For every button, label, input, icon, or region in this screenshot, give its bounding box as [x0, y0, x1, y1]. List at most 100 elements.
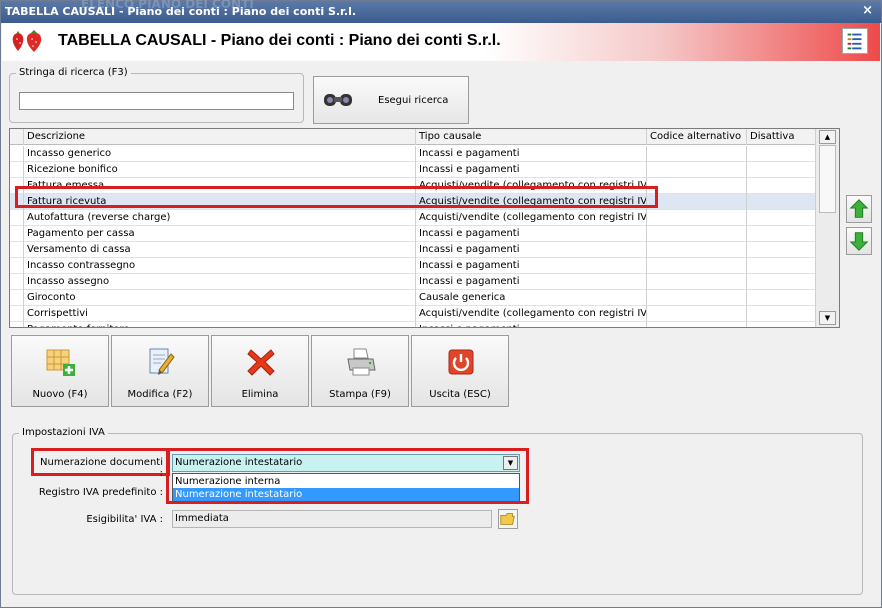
- close-icon[interactable]: ×: [862, 3, 873, 18]
- scrollbar-thumb[interactable]: [819, 145, 836, 213]
- registro-label: Registro IVA predefinito :: [38, 487, 163, 498]
- cell-disattiva[interactable]: [747, 258, 816, 274]
- title-bar[interactable]: TABELLA CAUSALI - Piano dei conti : Pian…: [1, 0, 881, 23]
- highlight-box-selected-row: [15, 186, 658, 208]
- cell-descrizione: Pagamento fornitore: [24, 322, 416, 327]
- printer-icon: [347, 348, 376, 376]
- table-row[interactable]: Ricezione bonifico Incassi e pagamenti: [10, 162, 816, 178]
- iva-group-label: Impostazioni IVA: [19, 427, 108, 438]
- add-grid-icon: [46, 349, 75, 376]
- column-header-disattiva[interactable]: Disattiva: [747, 129, 816, 145]
- delete-x-icon: [247, 349, 275, 376]
- row-indicator: [10, 322, 24, 327]
- exit-button-label: Uscita (ESC): [429, 389, 491, 400]
- edit-button[interactable]: Modifica (F2): [111, 335, 209, 407]
- row-indicator: [10, 306, 24, 322]
- cell-disattiva[interactable]: [747, 210, 816, 226]
- scroll-up-arrow-icon[interactable]: ▲: [819, 130, 836, 144]
- move-down-button[interactable]: [846, 227, 872, 255]
- cell-disattiva[interactable]: [747, 146, 816, 162]
- move-up-button[interactable]: [846, 195, 872, 223]
- highlight-box-numerazione-dropdown: [166, 448, 529, 504]
- page-title: TABELLA CAUSALI - Piano dei conti : Pian…: [58, 32, 501, 49]
- cell-disattiva[interactable]: [747, 322, 816, 327]
- esigibilita-field[interactable]: Immediata: [172, 510, 492, 528]
- cell-tipo-causale: Incassi e pagamenti: [416, 322, 647, 327]
- cell-descrizione: Corrispettivi: [24, 306, 416, 322]
- cell-disattiva[interactable]: [747, 290, 816, 306]
- search-button-label: Esegui ricerca: [378, 95, 449, 106]
- menu-icon[interactable]: [842, 28, 868, 54]
- table-row[interactable]: Incasso contrassegno Incassi e pagamenti: [10, 258, 816, 274]
- cell-disattiva[interactable]: [747, 242, 816, 258]
- strawberry-logo-icon: [12, 30, 42, 52]
- cell-codice-alternativo: [647, 210, 747, 226]
- search-input[interactable]: [19, 92, 294, 110]
- cell-disattiva[interactable]: [747, 178, 816, 194]
- table-row[interactable]: Incasso generico Incassi e pagamenti: [10, 146, 816, 162]
- print-button-label: Stampa (F9): [329, 389, 391, 400]
- cell-disattiva[interactable]: [747, 162, 816, 178]
- vertical-scrollbar[interactable]: ▲ ▼: [815, 129, 839, 327]
- arrow-down-icon: [849, 232, 869, 251]
- table-row[interactable]: Autofattura (reverse charge) Acquisti/ven…: [10, 210, 816, 226]
- new-button[interactable]: Nuovo (F4): [11, 335, 109, 407]
- cell-disattiva[interactable]: [747, 194, 816, 210]
- cell-disattiva[interactable]: [747, 306, 816, 322]
- cell-descrizione: Incasso contrassegno: [24, 258, 416, 274]
- cell-disattiva[interactable]: [747, 274, 816, 290]
- row-indicator: [10, 242, 24, 258]
- column-header-descrizione[interactable]: Descrizione: [24, 129, 416, 145]
- esigibilita-label: Esigibilita' IVA :: [86, 514, 163, 525]
- row-indicator: [10, 162, 24, 178]
- causali-table[interactable]: Descrizione Tipo causale Codice alternat…: [9, 128, 840, 328]
- table-row[interactable]: Versamento di cassa Incassi e pagamenti: [10, 242, 816, 258]
- cell-tipo-causale: Incassi e pagamenti: [416, 226, 647, 242]
- edit-button-label: Modifica (F2): [127, 389, 193, 400]
- causali-window: TABELLA CAUSALI - Piano dei conti : Pian…: [0, 0, 882, 608]
- cell-descrizione: Giroconto: [24, 290, 416, 306]
- row-indicator: [10, 226, 24, 242]
- cell-tipo-causale: Acquisti/vendite (collegamento con regis…: [416, 210, 647, 226]
- table-row[interactable]: Pagamento per cassa Incassi e pagamenti: [10, 226, 816, 242]
- delete-button[interactable]: Elimina: [211, 335, 309, 407]
- cell-codice-alternativo: [647, 290, 747, 306]
- search-group-label: Stringa di ricerca (F3): [16, 67, 131, 78]
- cell-codice-alternativo: [647, 162, 747, 178]
- numerazione-label: Numerazione documenti :: [40, 457, 163, 479]
- cell-tipo-causale: Incassi e pagamenti: [416, 146, 647, 162]
- cell-tipo-causale: Incassi e pagamenti: [416, 274, 647, 290]
- row-indicator: [10, 274, 24, 290]
- cell-codice-alternativo: [647, 258, 747, 274]
- cell-descrizione: Pagamento per cassa: [24, 226, 416, 242]
- cell-tipo-causale: Incassi e pagamenti: [416, 242, 647, 258]
- cell-disattiva[interactable]: [747, 226, 816, 242]
- cell-tipo-causale: Incassi e pagamenti: [416, 258, 647, 274]
- column-header-tipo-causale[interactable]: Tipo causale: [416, 129, 647, 145]
- table-row[interactable]: Pagamento fornitoreIncassi e pagamenti: [10, 322, 816, 327]
- table-row[interactable]: Corrispettivi Acquisti/vendite (collegame…: [10, 306, 816, 322]
- header-banner: TABELLA CAUSALI - Piano dei conti : Pian…: [2, 23, 880, 61]
- column-header-codice-alternativo[interactable]: Codice alternativo: [647, 129, 747, 145]
- binoculars-icon: [324, 94, 352, 106]
- edit-document-icon: [149, 348, 175, 375]
- cell-codice-alternativo: [647, 274, 747, 290]
- folder-icon: [500, 513, 515, 525]
- cell-tipo-causale: Acquisti/vendite (collegamento con regis…: [416, 306, 647, 322]
- esigibilita-value: Immediata: [175, 513, 229, 524]
- row-indicator: [10, 258, 24, 274]
- scroll-down-arrow-icon[interactable]: ▼: [819, 311, 836, 325]
- table-row[interactable]: Giroconto Causale generica: [10, 290, 816, 306]
- cell-descrizione: Incasso assegno: [24, 274, 416, 290]
- search-button[interactable]: Esegui ricerca: [313, 76, 469, 124]
- row-indicator: [10, 210, 24, 226]
- row-indicator: [10, 290, 24, 306]
- cell-codice-alternativo: [647, 322, 747, 327]
- table-row[interactable]: Incasso assegno Incassi e pagamenti: [10, 274, 816, 290]
- arrow-up-icon: [849, 199, 869, 218]
- cell-tipo-causale: Causale generica: [416, 290, 647, 306]
- search-group: Stringa di ricerca (F3): [9, 67, 304, 123]
- exit-button[interactable]: Uscita (ESC): [411, 335, 509, 407]
- esigibilita-lookup-button[interactable]: [498, 509, 518, 529]
- print-button[interactable]: Stampa (F9): [311, 335, 409, 407]
